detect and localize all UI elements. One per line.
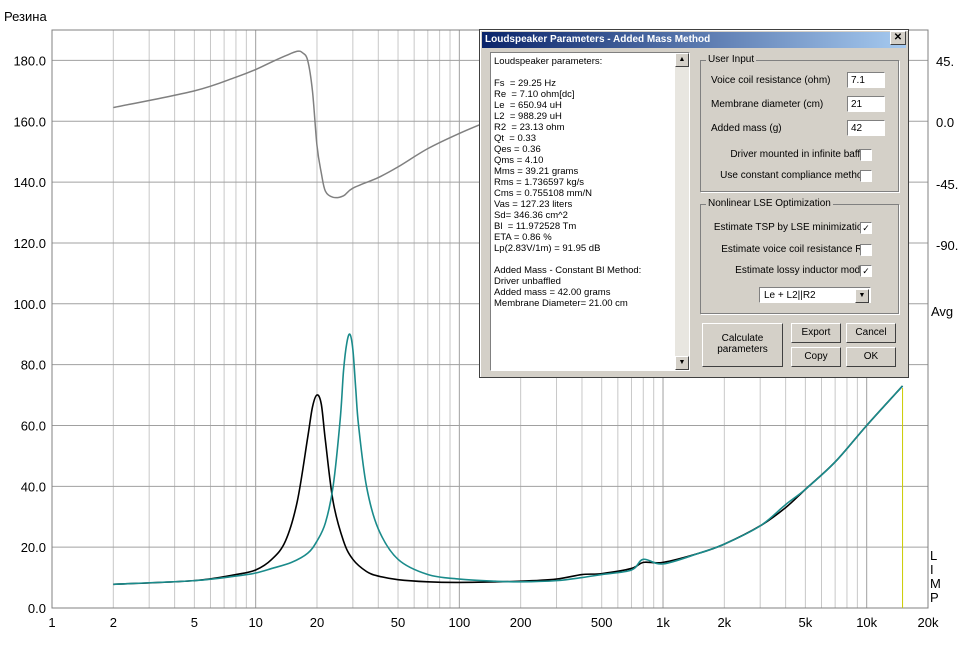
close-icon[interactable]: ✕ [890, 31, 906, 45]
right-tick-label: 0.0 [936, 115, 954, 130]
x-tick-label: 10 [248, 615, 262, 630]
inductor-model-value: Le + L2||R2 [764, 290, 816, 301]
right-axis-extra-label: Avg [931, 304, 954, 319]
scroll-down-icon[interactable]: ▼ [675, 356, 689, 370]
y-tick-label: 120.0 [13, 236, 46, 251]
user-input-title: User Input [706, 54, 757, 65]
graph-title: Резина [4, 9, 47, 24]
results-textbox[interactable]: Loudspeaker parameters: Fs = 29.25 Hz Re… [490, 52, 690, 371]
x-tick-label: 2 [110, 615, 117, 630]
constant-compliance-checkbox[interactable] [860, 170, 872, 182]
re-checkbox[interactable] [860, 244, 872, 256]
limp-letter-m: M [930, 576, 941, 591]
y-tick-label: 180.0 [13, 53, 46, 68]
right-tick-label: -90. [936, 238, 958, 253]
x-tick-label: 1 [48, 615, 55, 630]
infinite-baffle-label: Driver mounted in infinite baffle [730, 149, 868, 160]
added-mass-label: Added mass (g) [711, 123, 782, 134]
y-tick-label: 0.0 [28, 601, 46, 616]
added-mass-field[interactable]: 42 [847, 120, 885, 136]
lse-title: Nonlinear LSE Optimization [706, 198, 833, 209]
y-tick-label: 80.0 [21, 358, 46, 373]
lossy-checkbox[interactable]: ✓ [860, 265, 872, 277]
x-tick-label: 5k [799, 615, 813, 630]
x-tick-label: 2k [717, 615, 731, 630]
impedance-curve-added-mass [113, 385, 904, 586]
cancel-button[interactable]: Cancel [846, 323, 896, 343]
phase-curve [113, 50, 496, 199]
lossy-label: Estimate lossy inductor model [735, 265, 868, 276]
y-tick-label: 100.0 [13, 297, 46, 312]
limp-letter-p: P [930, 590, 939, 605]
x-tick-label: 5 [191, 615, 198, 630]
scroll-up-icon[interactable]: ▲ [675, 53, 689, 67]
re-label: Estimate voice coil resistance Re [721, 244, 868, 255]
y-tick-label: 40.0 [21, 479, 46, 494]
inductor-model-select[interactable]: Le + L2||R2 ▼ [759, 287, 871, 303]
x-tick-label: 1k [656, 615, 670, 630]
tsp-label: Estimate TSP by LSE minimization [713, 222, 868, 233]
y-tick-label: 160.0 [13, 114, 46, 129]
x-tick-label: 50 [391, 615, 405, 630]
chevron-down-icon[interactable]: ▼ [855, 289, 869, 303]
right-tick-label: -45. [936, 177, 958, 192]
x-tick-label: 500 [591, 615, 613, 630]
x-tick-label: 100 [448, 615, 470, 630]
constant-compliance-label: Use constant compliance method [720, 170, 868, 181]
copy-button[interactable]: Copy [791, 347, 841, 367]
results-scrollbar[interactable]: ▲ ▼ [675, 53, 689, 370]
y-tick-label: 60.0 [21, 418, 46, 433]
voice-coil-field[interactable]: 7.1 [847, 72, 885, 88]
x-tick-label: 200 [510, 615, 532, 630]
dialog-title: Loudspeaker Parameters - Added Mass Meth… [482, 32, 906, 48]
tsp-checkbox[interactable]: ✓ [860, 222, 872, 234]
membrane-field[interactable]: 21 [847, 96, 885, 112]
export-button[interactable]: Export [791, 323, 841, 343]
x-tick-label: 20k [918, 615, 939, 630]
y-tick-label: 20.0 [21, 540, 46, 555]
y-tick-label: 140.0 [13, 175, 46, 190]
results-text: Loudspeaker parameters: Fs = 29.25 Hz Re… [494, 56, 642, 309]
limp-letter-l: L [930, 548, 938, 563]
ok-button[interactable]: OK [846, 347, 896, 367]
voice-coil-label: Voice coil resistance (ohm) [711, 75, 831, 86]
x-tick-label: 20 [310, 615, 324, 630]
limp-letter-i: I [930, 562, 934, 577]
membrane-label: Membrane diameter (cm) [711, 99, 824, 110]
calculate-button[interactable]: Calculate parameters [702, 323, 783, 367]
x-tick-label: 10k [856, 615, 877, 630]
user-input-group: User Input Voice coil resistance (ohm) 7… [700, 54, 899, 192]
added-mass-dialog: Loudspeaker Parameters - Added Mass Meth… [479, 29, 909, 378]
infinite-baffle-checkbox[interactable] [860, 149, 872, 161]
right-tick-label: 45. [936, 54, 954, 69]
